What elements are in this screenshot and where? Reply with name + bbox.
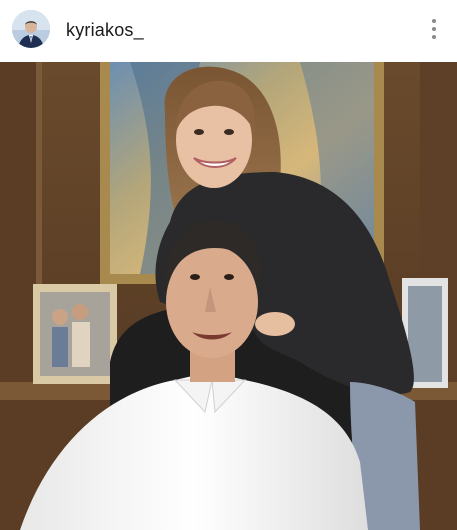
photo-illustration: [0, 62, 457, 530]
avatar[interactable]: [12, 10, 50, 48]
more-vertical-icon: [432, 35, 436, 39]
post-header: kyriakos_: [0, 0, 457, 62]
post-photo[interactable]: [0, 62, 457, 530]
profile-avatar-icon: [12, 10, 50, 48]
more-vertical-icon: [432, 27, 436, 31]
username[interactable]: kyriakos_: [66, 19, 144, 41]
more-vertical-icon: [432, 19, 436, 23]
more-options-button[interactable]: [424, 14, 444, 44]
